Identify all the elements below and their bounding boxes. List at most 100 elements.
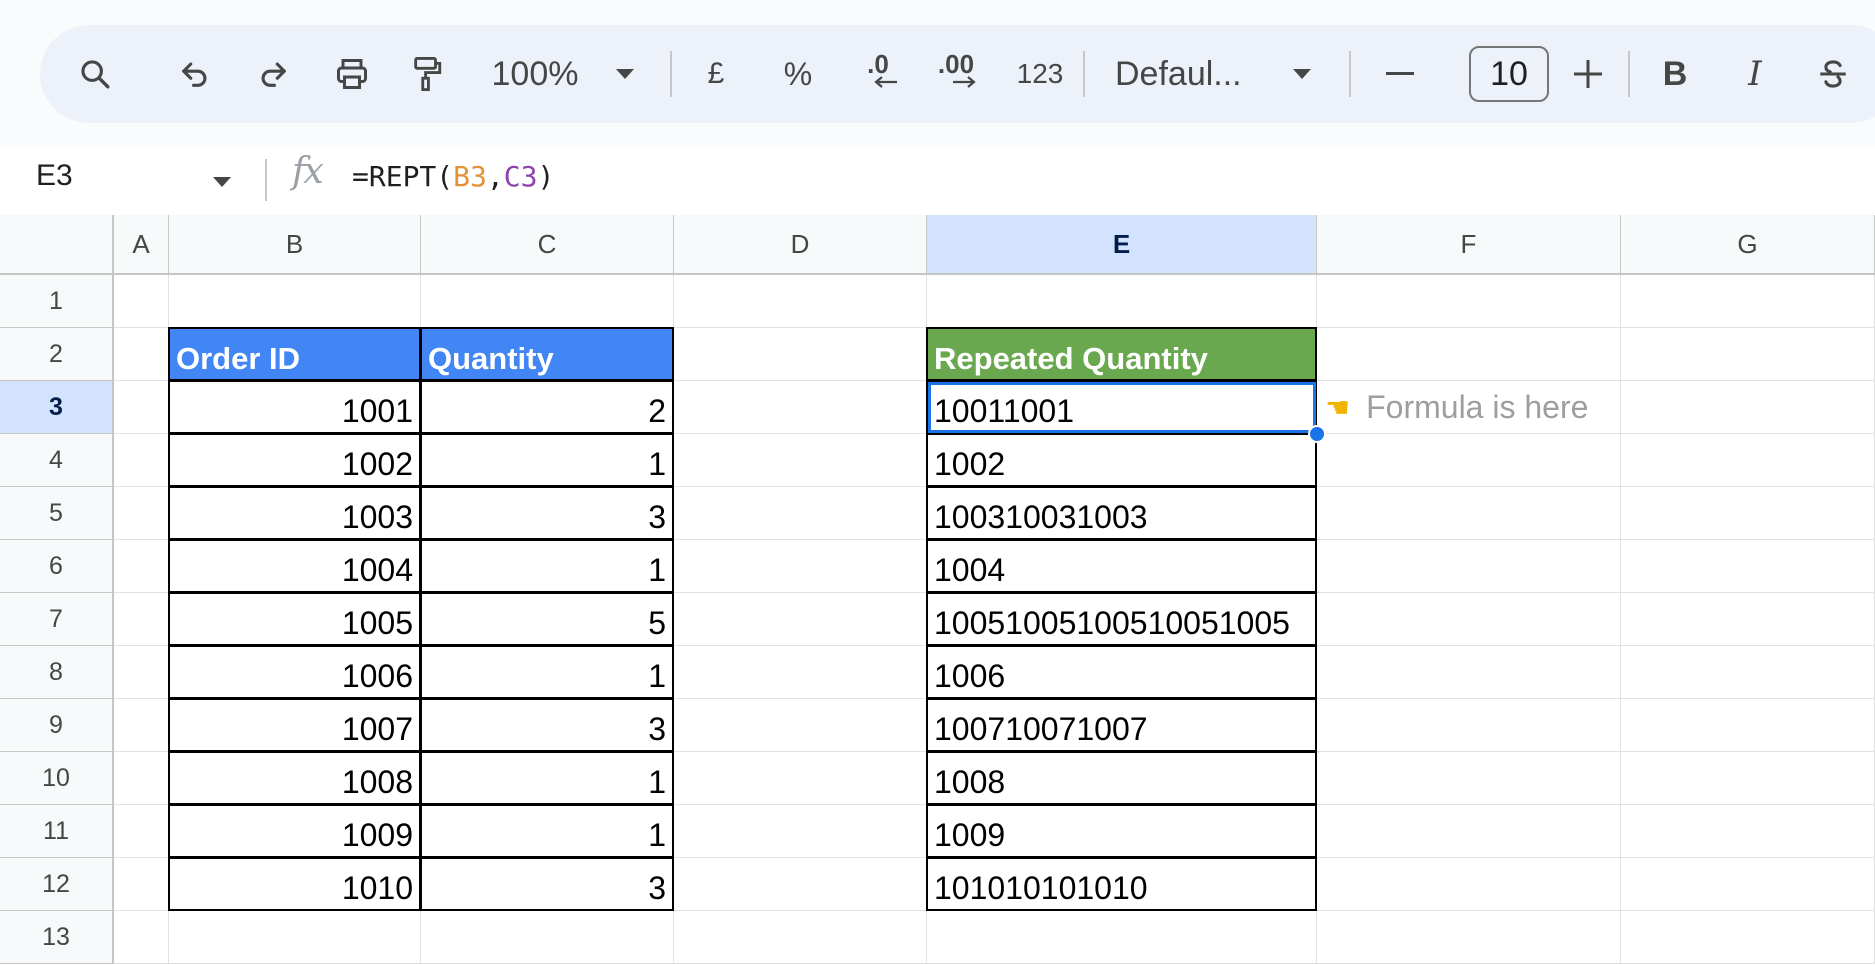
- column-header-f[interactable]: F: [1317, 215, 1621, 275]
- grid-cell[interactable]: [674, 699, 927, 752]
- undo-button[interactable]: [170, 25, 220, 123]
- fill-handle[interactable]: [1308, 425, 1326, 443]
- grid-cell[interactable]: [1317, 646, 1621, 699]
- grid-cell[interactable]: [1621, 328, 1875, 381]
- quantity-cell[interactable]: 1: [420, 751, 674, 805]
- quantity-cell[interactable]: 3: [420, 698, 674, 752]
- row-header-1[interactable]: 1: [0, 275, 114, 328]
- grid-cell[interactable]: [1621, 805, 1875, 858]
- row-header-8[interactable]: 8: [0, 646, 114, 699]
- repeated-quantity-cell[interactable]: 100310031003: [926, 486, 1317, 540]
- header-order-id[interactable]: Order ID: [168, 327, 421, 381]
- column-header-b[interactable]: B: [169, 215, 421, 275]
- quantity-cell[interactable]: 3: [420, 857, 674, 911]
- grid-cell[interactable]: [1621, 540, 1875, 593]
- grid-cell[interactable]: [674, 540, 927, 593]
- italic-button[interactable]: I: [1730, 25, 1780, 123]
- order-id-cell[interactable]: 1002: [168, 433, 421, 487]
- grid-cell[interactable]: [114, 487, 169, 540]
- grid-cell[interactable]: [674, 593, 927, 646]
- row-header-13[interactable]: 13: [0, 911, 114, 964]
- row-header-5[interactable]: 5: [0, 487, 114, 540]
- grid-cell[interactable]: [114, 752, 169, 805]
- column-header-g[interactable]: G: [1621, 215, 1875, 275]
- row-header-7[interactable]: 7: [0, 593, 114, 646]
- quantity-cell[interactable]: 3: [420, 486, 674, 540]
- grid-cell[interactable]: [1621, 593, 1875, 646]
- bold-button[interactable]: B: [1650, 25, 1700, 123]
- grid-cell[interactable]: [1317, 752, 1621, 805]
- redo-button[interactable]: [248, 25, 298, 123]
- grid-cell[interactable]: [114, 381, 169, 434]
- increase-decimal-button[interactable]: .00: [926, 25, 986, 123]
- grid-cell[interactable]: [674, 381, 927, 434]
- formula-input[interactable]: =REPT(B3,C3): [352, 160, 554, 193]
- order-id-cell[interactable]: 1007: [168, 698, 421, 752]
- grid-cell[interactable]: [114, 593, 169, 646]
- strikethrough-button[interactable]: [1808, 25, 1858, 123]
- zoom-select[interactable]: 100%: [480, 25, 590, 123]
- grid-cell[interactable]: [1621, 434, 1875, 487]
- order-id-cell[interactable]: 1009: [168, 804, 421, 858]
- grid-cell[interactable]: [169, 275, 421, 328]
- order-id-cell[interactable]: 1004: [168, 539, 421, 593]
- grid-cell[interactable]: [1621, 752, 1875, 805]
- grid-cell[interactable]: [674, 487, 927, 540]
- row-header-12[interactable]: 12: [0, 858, 114, 911]
- row-header-4[interactable]: 4: [0, 434, 114, 487]
- grid-cell[interactable]: [421, 275, 674, 328]
- grid-cell[interactable]: [1317, 540, 1621, 593]
- grid-cell[interactable]: [114, 434, 169, 487]
- spreadsheet-grid[interactable]: A B C D E F G 1 2 3 4 5 6 7 8 9 10 11 12 13 Order ID Quantity…: [0, 215, 1875, 965]
- quantity-cell[interactable]: 1: [420, 804, 674, 858]
- quantity-cell[interactable]: 1: [420, 433, 674, 487]
- quantity-cell[interactable]: 5: [420, 592, 674, 646]
- repeated-quantity-cell[interactable]: 101010101010: [926, 857, 1317, 911]
- repeated-quantity-cell[interactable]: 1002: [926, 433, 1317, 487]
- grid-cell[interactable]: [1317, 275, 1621, 328]
- quantity-cell[interactable]: 1: [420, 645, 674, 699]
- repeated-quantity-cell[interactable]: 10011001: [926, 380, 1317, 434]
- grid-cell[interactable]: [674, 911, 927, 964]
- grid-cell[interactable]: [1317, 699, 1621, 752]
- order-id-cell[interactable]: 1006: [168, 645, 421, 699]
- search-menus-button[interactable]: [70, 25, 120, 123]
- grid-cell[interactable]: [1317, 328, 1621, 381]
- repeated-quantity-cell[interactable]: 1009: [926, 804, 1317, 858]
- grid-cell[interactable]: [1317, 805, 1621, 858]
- decrease-decimal-button[interactable]: .0: [848, 25, 908, 123]
- grid-cell[interactable]: [114, 805, 169, 858]
- grid-cell[interactable]: [114, 911, 169, 964]
- row-header-6[interactable]: 6: [0, 540, 114, 593]
- format-percent-button[interactable]: %: [773, 25, 823, 123]
- grid-cell[interactable]: [1317, 434, 1621, 487]
- grid-cell[interactable]: [114, 699, 169, 752]
- row-header-10[interactable]: 10: [0, 752, 114, 805]
- order-id-cell[interactable]: 1008: [168, 751, 421, 805]
- paint-format-button[interactable]: [402, 25, 452, 123]
- grid-cell[interactable]: [1621, 275, 1875, 328]
- grid-cell[interactable]: [674, 328, 927, 381]
- order-id-cell[interactable]: 1001: [168, 380, 421, 434]
- row-header-11[interactable]: 11: [0, 805, 114, 858]
- quantity-cell[interactable]: 2: [420, 380, 674, 434]
- row-header-9[interactable]: 9: [0, 699, 114, 752]
- grid-cell[interactable]: [927, 911, 1317, 964]
- decrease-font-size-button[interactable]: [1375, 25, 1425, 123]
- column-header-c[interactable]: C: [421, 215, 674, 275]
- grid-cell[interactable]: [1317, 593, 1621, 646]
- zoom-dropdown-arrow[interactable]: [605, 25, 645, 123]
- grid-cell[interactable]: [114, 328, 169, 381]
- grid-cell[interactable]: [674, 858, 927, 911]
- repeated-quantity-cell[interactable]: 1008: [926, 751, 1317, 805]
- grid-cell[interactable]: [674, 646, 927, 699]
- row-header-2[interactable]: 2: [0, 328, 114, 381]
- repeated-quantity-cell[interactable]: 1006: [926, 645, 1317, 699]
- order-id-cell[interactable]: 1010: [168, 857, 421, 911]
- grid-cell[interactable]: [1621, 858, 1875, 911]
- header-repeated-quantity[interactable]: Repeated Quantity: [926, 327, 1317, 381]
- column-header-a[interactable]: A: [114, 215, 169, 275]
- print-button[interactable]: [326, 25, 378, 123]
- grid-cell[interactable]: [1621, 699, 1875, 752]
- repeated-quantity-cell[interactable]: 1004: [926, 539, 1317, 593]
